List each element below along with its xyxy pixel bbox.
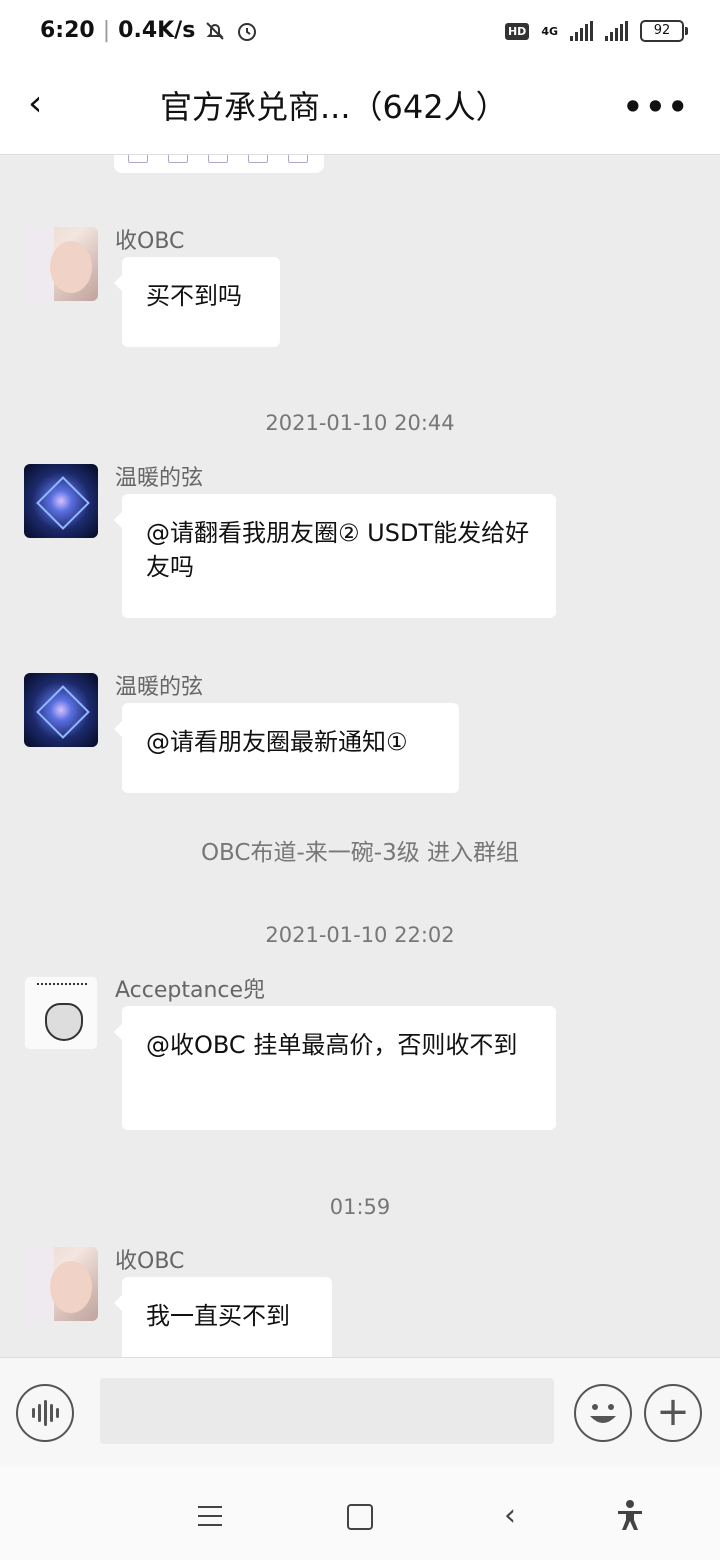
mute-bell-icon xyxy=(206,21,225,40)
sender-name[interactable]: 收OBC xyxy=(115,1243,184,1275)
message-bubble[interactable]: 我一直买不到 xyxy=(114,1277,332,1357)
avatar[interactable] xyxy=(24,464,98,538)
network-speed: 0.4K/s xyxy=(118,18,196,43)
message-input[interactable] xyxy=(100,1378,554,1444)
timestamp: 01:59 xyxy=(329,1195,391,1219)
menu-icon[interactable] xyxy=(190,1496,230,1536)
system-message: OBC布道-来一碗-3级 进入群组 xyxy=(200,840,520,866)
back-button[interactable]: ‹ xyxy=(28,86,68,126)
avatar[interactable] xyxy=(24,1247,98,1321)
status-bar: 6:20 | 0.4K/s HD 4G 92 xyxy=(0,0,720,68)
home-icon[interactable] xyxy=(340,1496,380,1536)
back-nav-icon[interactable]: ‹ xyxy=(490,1496,530,1536)
message-bubble[interactable]: 买不到吗 xyxy=(114,257,280,347)
input-bar: + xyxy=(0,1357,720,1466)
card-thumb-icon xyxy=(168,155,188,163)
status-left: 6:20 | 0.4K/s xyxy=(40,18,259,43)
emoji-button[interactable] xyxy=(574,1384,632,1442)
sender-name[interactable]: 温暖的弦 xyxy=(115,669,203,701)
sender-name[interactable]: Acceptance兜 xyxy=(115,972,265,1004)
message-bubble[interactable]: @请看朋友圈最新通知① xyxy=(114,703,459,793)
avatar[interactable] xyxy=(24,227,98,301)
network-type: 4G xyxy=(541,24,558,38)
accessibility-icon[interactable] xyxy=(610,1496,650,1536)
card-thumb-icon xyxy=(288,155,308,163)
voice-button[interactable] xyxy=(16,1384,74,1442)
status-time: 6:20 xyxy=(40,18,95,43)
signal-icon-2 xyxy=(605,21,628,41)
sender-name[interactable]: 收OBC xyxy=(115,223,184,255)
hd-badge: HD xyxy=(504,22,530,40)
sender-name[interactable]: 温暖的弦 xyxy=(115,460,203,492)
chat-messages[interactable]: 收OBC 买不到吗 2021-01-10 20:44 温暖的弦 @请翻看我朋友圈… xyxy=(0,155,720,1357)
card-thumb-icon xyxy=(208,155,228,163)
status-separator: | xyxy=(102,18,111,43)
system-nav-bar: ‹ xyxy=(0,1466,720,1560)
avatar[interactable] xyxy=(24,673,98,747)
battery-icon: 92 xyxy=(640,20,688,42)
timestamp: 2021-01-10 22:02 xyxy=(265,923,455,947)
page-title: 官方承兑商...（642人） xyxy=(160,88,508,126)
chat-header: ‹ 官方承兑商...（642人） ••• xyxy=(0,68,720,155)
message-bubble[interactable]: @请翻看我朋友圈② USDT能发给好友吗 xyxy=(114,494,556,618)
signal-icon-1 xyxy=(570,21,593,41)
card-thumb-icon xyxy=(128,155,148,163)
timestamp: 2021-01-10 20:44 xyxy=(265,411,455,435)
emoji-icon xyxy=(590,1404,616,1423)
message-bubble[interactable]: @收OBC 挂单最高价，否则收不到 xyxy=(114,1006,556,1130)
status-right: HD 4G 92 xyxy=(504,20,688,42)
previous-message-card[interactable] xyxy=(114,155,324,173)
more-options-button[interactable]: ••• xyxy=(623,88,690,126)
add-button[interactable]: + xyxy=(644,1384,702,1442)
alarm-icon xyxy=(238,22,257,41)
avatar[interactable] xyxy=(24,976,98,1050)
voice-icon xyxy=(18,1386,72,1440)
card-thumb-icon xyxy=(248,155,268,163)
